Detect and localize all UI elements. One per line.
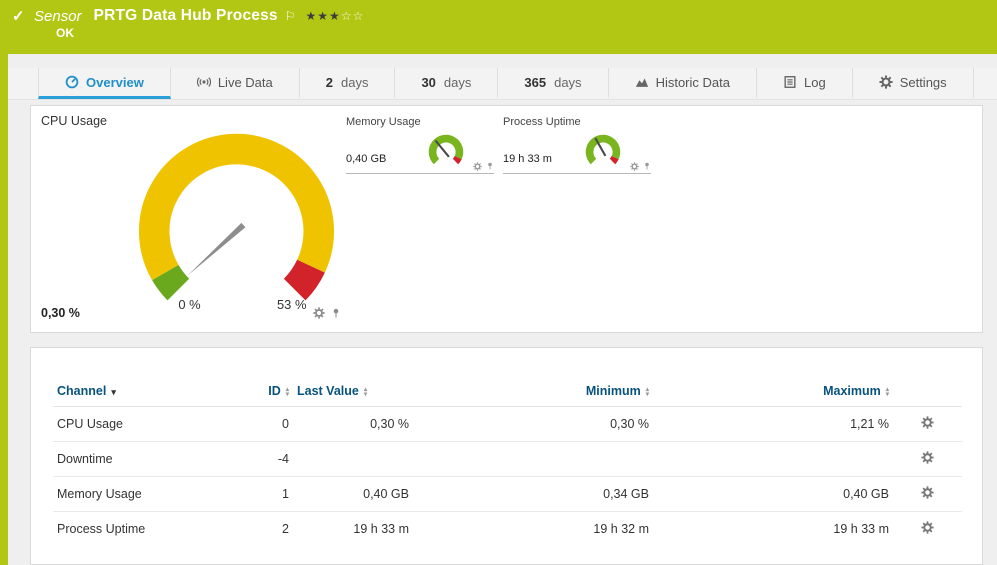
channel-minimum: 0,30 % — [413, 407, 653, 442]
cpu-usage-value: 0,30 % — [41, 306, 313, 320]
channel-maximum: 0,40 GB — [653, 477, 893, 512]
channel-settings-gear-icon[interactable] — [921, 486, 934, 499]
sensor-header: ✓ Sensor PRTG Data Hub Process ⚐ ★★★☆☆ O… — [0, 0, 997, 54]
gauge-pin-icon[interactable] — [486, 161, 494, 171]
gauge-title: Memory Usage — [346, 116, 494, 128]
table-row: Downtime -4 — [53, 442, 962, 477]
gear-icon — [879, 75, 893, 89]
channel-settings-gear-icon[interactable] — [921, 416, 934, 429]
status-check-icon: ✓ — [12, 7, 34, 25]
channel-minimum: 0,34 GB — [413, 477, 653, 512]
channel-settings-gear-icon[interactable] — [921, 521, 934, 534]
log-list-icon — [783, 75, 797, 89]
gauge-title: CPU Usage — [41, 114, 341, 128]
channel-name: Memory Usage — [53, 477, 238, 512]
channel-name: Downtime — [53, 442, 238, 477]
table-row: Memory Usage 1 0,40 GB 0,34 GB 0,40 GB — [53, 477, 962, 512]
table-row: Process Uptime 2 19 h 33 m 19 h 32 m 19 … — [53, 512, 962, 547]
tab-label: Settings — [900, 75, 947, 90]
gauge-settings-gear-icon[interactable] — [630, 162, 639, 171]
channel-id: -4 — [238, 442, 293, 477]
process-uptime-gauge: Process Uptime 19 h 33 m — [503, 116, 651, 174]
col-header-channel[interactable]: Channel▾ — [53, 376, 238, 407]
col-header-maximum[interactable]: Maximum▴▾ — [653, 376, 893, 407]
channel-last-value: 0,30 % — [293, 407, 413, 442]
table-row: CPU Usage 0 0,30 % 0,30 % 1,21 % — [53, 407, 962, 442]
channel-name: Process Uptime — [53, 512, 238, 547]
channel-settings-gear-icon[interactable] — [921, 451, 934, 464]
tab-2-days[interactable]: 2 days — [300, 68, 396, 99]
memory-gauge-dial — [423, 132, 469, 172]
col-header-id[interactable]: ID▴▾ — [238, 376, 293, 407]
sort-icon: ▴▾ — [646, 387, 649, 397]
sensor-title: PRTG Data Hub Process — [94, 7, 278, 25]
object-kind-label: Sensor — [34, 8, 82, 25]
channel-maximum — [653, 442, 893, 477]
overview-gauge-icon — [65, 75, 79, 89]
tab-label: Overview — [86, 75, 144, 90]
channel-minimum: 19 h 32 m — [413, 512, 653, 547]
memory-usage-value: 0,40 GB — [346, 153, 423, 172]
tab-overview[interactable]: Overview — [38, 68, 171, 99]
col-header-actions — [893, 376, 962, 407]
channel-minimum — [413, 442, 653, 477]
tab-label: Historic Data — [656, 75, 730, 90]
tab-settings[interactable]: Settings — [853, 68, 974, 99]
gauge-settings-gear-icon[interactable] — [313, 307, 325, 319]
tab-log[interactable]: Log — [757, 68, 853, 99]
gauge-settings-gear-icon[interactable] — [473, 162, 482, 171]
sort-icon: ▴▾ — [886, 387, 889, 397]
channel-maximum: 19 h 33 m — [653, 512, 893, 547]
historic-chart-icon — [635, 75, 649, 89]
gauge-pin-icon[interactable] — [331, 307, 341, 319]
flag-icon: ⚐ — [285, 9, 296, 23]
channel-name: CPU Usage — [53, 407, 238, 442]
tab-number: 30 — [421, 75, 435, 90]
sorted-desc-icon: ▾ — [111, 387, 116, 397]
live-data-broadcast-icon — [197, 75, 211, 89]
uptime-gauge-dial — [580, 132, 626, 172]
table-header-row: Channel▾ ID▴▾ Last Value▴▾ Minimum▴▾ Max… — [53, 376, 962, 407]
sensor-tabbar: Overview Live Data 2 days 30 days 365 da… — [8, 68, 997, 100]
channels-table: Channel▾ ID▴▾ Last Value▴▾ Minimum▴▾ Max… — [53, 376, 962, 546]
channel-last-value — [293, 442, 413, 477]
tab-365-days[interactable]: 365 days — [498, 68, 608, 99]
channel-id: 0 — [238, 407, 293, 442]
sort-icon: ▴▾ — [364, 387, 367, 397]
sensor-status-text: OK — [0, 26, 997, 40]
tab-label: days — [444, 75, 471, 90]
sensor-status-strip — [0, 0, 8, 565]
stars-filled[interactable]: ★★★ — [306, 9, 341, 23]
tab-historic-data[interactable]: Historic Data — [609, 68, 757, 99]
tab-live-data[interactable]: Live Data — [171, 68, 300, 99]
tab-label: Live Data — [218, 75, 273, 90]
channel-maximum: 1,21 % — [653, 407, 893, 442]
gauge-needle — [188, 223, 246, 276]
col-header-last-value[interactable]: Last Value▴▾ — [293, 376, 413, 407]
gauge-title: Process Uptime — [503, 116, 651, 128]
col-header-minimum[interactable]: Minimum▴▾ — [413, 376, 653, 407]
process-uptime-value: 19 h 33 m — [503, 153, 580, 172]
tab-label: Log — [804, 75, 826, 90]
sort-icon: ▴▾ — [286, 387, 289, 397]
tab-30-days[interactable]: 30 days — [395, 68, 498, 99]
tab-label: days — [554, 75, 581, 90]
channel-last-value: 0,40 GB — [293, 477, 413, 512]
gauges-panel: CPU Usage 0 % 53 % 0,30 % Memory Usage 0… — [30, 105, 983, 333]
tab-number: 2 — [326, 75, 333, 90]
stars-empty[interactable]: ☆☆ — [341, 9, 365, 23]
tab-label: days — [341, 75, 368, 90]
tab-number: 365 — [524, 75, 546, 90]
cpu-gauge-dial: 0 % 53 % — [119, 128, 354, 316]
cpu-usage-gauge: CPU Usage 0 % 53 % 0,30 % — [41, 114, 341, 316]
channel-id: 1 — [238, 477, 293, 512]
channels-panel: Channel▾ ID▴▾ Last Value▴▾ Minimum▴▾ Max… — [30, 347, 983, 565]
priority-stars[interactable]: ★★★☆☆ — [306, 9, 365, 23]
channel-id: 2 — [238, 512, 293, 547]
memory-usage-gauge: Memory Usage 0,40 GB — [346, 116, 494, 174]
channel-last-value: 19 h 33 m — [293, 512, 413, 547]
gauge-pin-icon[interactable] — [643, 161, 651, 171]
